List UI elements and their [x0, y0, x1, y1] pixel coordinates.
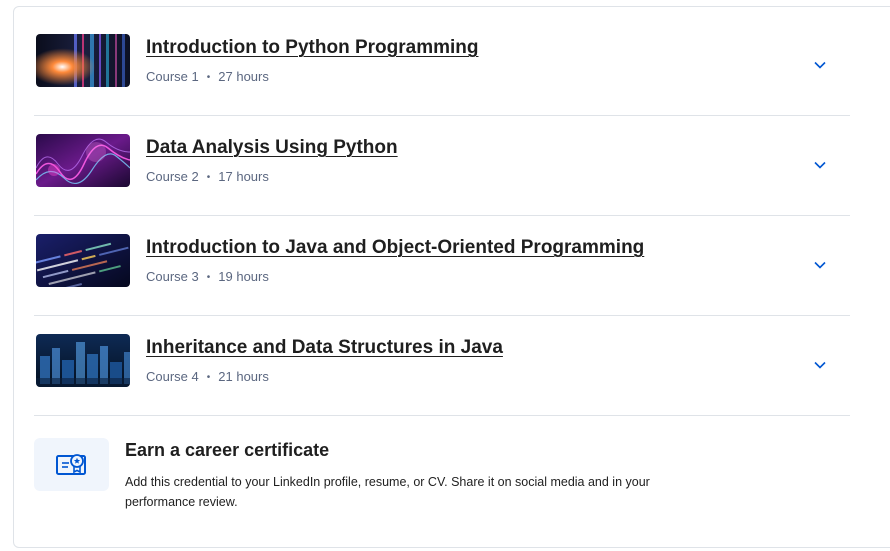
expand-button[interactable] [809, 54, 831, 76]
course-title-link[interactable]: Inheritance and Data Structures in Java [146, 337, 503, 359]
course-meta: Course 2 • 17 hours [146, 169, 269, 184]
server-lights-image [36, 34, 130, 87]
course-duration: 17 hours [218, 169, 269, 184]
course-list: Introduction to Python Programming Cours… [34, 16, 850, 416]
course-title-link[interactable]: Data Analysis Using Python [146, 137, 398, 159]
course-title-link[interactable]: Introduction to Java and Object-Oriented… [146, 237, 644, 259]
meta-separator: • [206, 172, 211, 183]
course-title-link[interactable]: Introduction to Python Programming [146, 37, 478, 59]
expand-button[interactable] [809, 254, 831, 276]
certificate-description: Add this credential to your LinkedIn pro… [125, 475, 650, 509]
chevron-down-icon [814, 161, 826, 169]
certificate-icon [55, 453, 86, 475]
course-duration: 27 hours [218, 69, 269, 84]
chevron-down-icon [814, 61, 826, 69]
course-item[interactable]: Inheritance and Data Structures in Java … [34, 316, 850, 416]
course-thumbnail[interactable] [36, 334, 130, 387]
course-number: Course 1 [146, 69, 199, 84]
chevron-down-icon [814, 361, 826, 369]
course-number: Course 2 [146, 169, 199, 184]
data-blocks-image [36, 334, 130, 387]
meta-separator: • [206, 72, 211, 83]
course-thumbnail[interactable] [36, 234, 130, 287]
course-meta: Course 1 • 27 hours [146, 69, 269, 84]
course-item[interactable]: Introduction to Java and Object-Oriented… [34, 216, 850, 316]
course-duration: 19 hours [218, 269, 269, 284]
code-screen-image [36, 234, 130, 287]
course-meta: Course 3 • 19 hours [146, 269, 269, 284]
data-wave-image [36, 134, 130, 187]
course-duration: 21 hours [218, 369, 269, 384]
expand-button[interactable] [809, 354, 831, 376]
meta-separator: • [206, 272, 211, 283]
course-thumbnail[interactable] [36, 34, 130, 87]
meta-separator: • [206, 372, 211, 383]
career-certificate-section: Earn a career certificate Add this crede… [34, 438, 850, 518]
chevron-down-icon [814, 261, 826, 269]
course-number: Course 4 [146, 369, 199, 384]
certificate-icon-box [34, 438, 109, 491]
certificate-title: Earn a career certificate [125, 440, 330, 460]
course-number: Course 3 [146, 269, 199, 284]
course-meta: Course 4 • 21 hours [146, 369, 269, 384]
course-thumbnail[interactable] [36, 134, 130, 187]
course-item[interactable]: Introduction to Python Programming Cours… [34, 16, 850, 116]
expand-button[interactable] [809, 154, 831, 176]
course-item[interactable]: Data Analysis Using Python Course 2 • 17 h… [34, 116, 850, 216]
